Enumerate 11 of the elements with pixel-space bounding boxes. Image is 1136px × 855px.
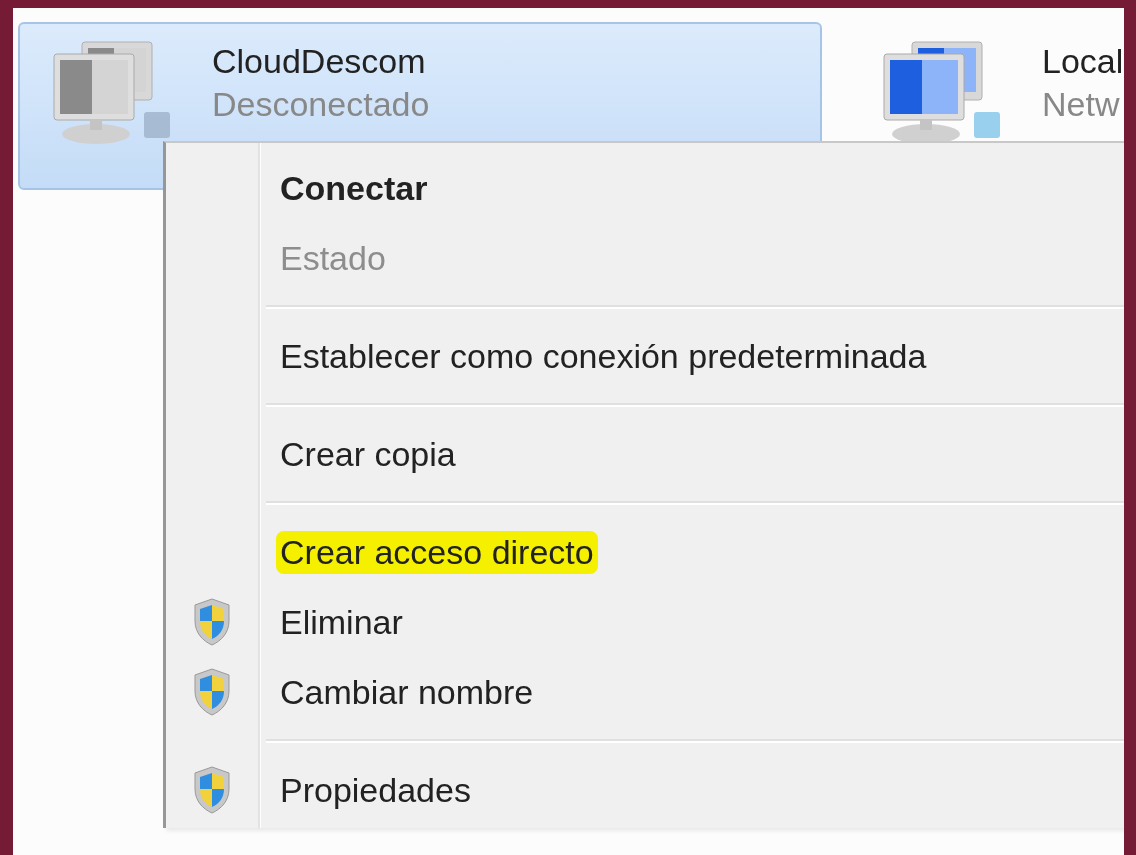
connection-name: Local [1042,42,1124,81]
menu-item[interactable]: Cambiar nombre [276,670,538,714]
connection-name: CloudDescom [212,42,427,81]
connection-status: Netw [1042,85,1121,124]
connection-tile[interactable]: Local Netw [848,22,1124,190]
connection-status: Desconectado [212,85,430,124]
menu-item[interactable]: Eliminar [276,600,407,644]
menu-item[interactable]: Establecer como conexión predeterminada [276,334,931,378]
menu-item[interactable]: Propiedades [276,768,475,812]
menu-item[interactable]: Crear acceso directo [276,530,598,574]
menu-item[interactable]: Crear copia [276,432,460,476]
